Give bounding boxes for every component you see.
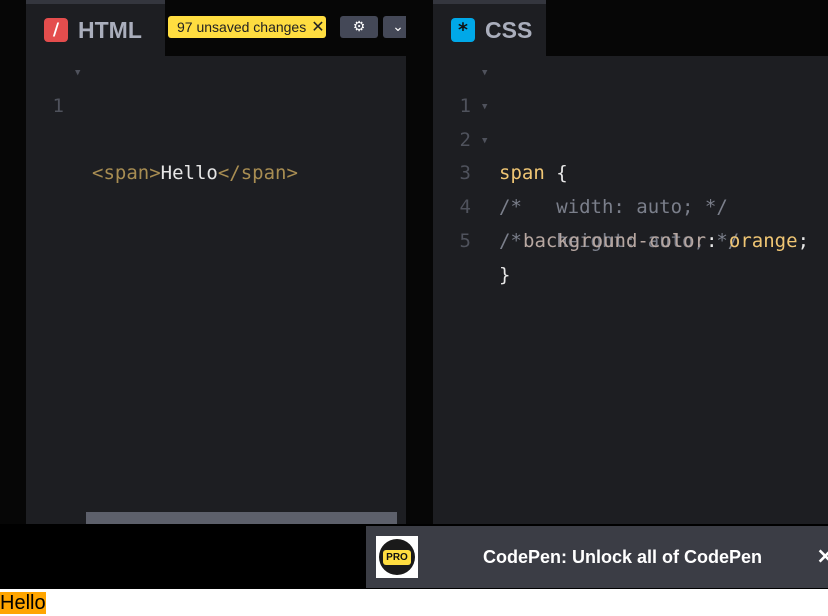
code-line: 5 } bbox=[433, 191, 828, 286]
code-line: 2 ▼ /* width: auto; */ bbox=[433, 90, 828, 218]
middle-resize-gutter[interactable] bbox=[406, 0, 433, 524]
code-text: background-color: orange; bbox=[523, 225, 809, 259]
code-line: 4 background-color: orange; bbox=[433, 157, 828, 252]
chevron-down-icon: ⌄ bbox=[392, 19, 404, 35]
css-editor-pane: * CSS 1 ▼ span { 2 ▼ /* width: auto; */ … bbox=[433, 0, 828, 524]
code-text: <span>Hello</span> bbox=[92, 157, 298, 191]
fold-arrow-icon[interactable]: ▼ bbox=[75, 57, 80, 91]
horizontal-scrollbar[interactable] bbox=[86, 512, 397, 524]
gear-icon: ⚙ bbox=[352, 19, 366, 35]
preview-hello-span: Hello bbox=[0, 592, 46, 614]
unsaved-changes-badge[interactable]: 97 unsaved changes ✕ bbox=[168, 16, 326, 38]
asterisk-icon: * bbox=[451, 18, 475, 42]
html-tab[interactable]: / HTML bbox=[26, 0, 165, 56]
promo-text[interactable]: CodePen: Unlock all of CodePen bbox=[483, 526, 762, 588]
css-tab-label: CSS bbox=[485, 16, 533, 43]
html-code-area[interactable]: 1 ▼ <span>Hello</span> bbox=[26, 56, 406, 184]
pro-logo-text: PRO bbox=[383, 549, 411, 565]
close-tag: </span> bbox=[217, 162, 298, 185]
line-number: 1 bbox=[52, 94, 64, 117]
tag-content: Hello bbox=[160, 162, 218, 185]
html-menu-button[interactable]: ⌄ bbox=[383, 16, 406, 38]
left-resize-gutter[interactable] bbox=[0, 0, 26, 524]
css-property: background-color bbox=[523, 229, 707, 252]
fold-arrow-icon[interactable]: ▼ bbox=[482, 125, 487, 159]
code-line: 1 ▼ <span>Hello</span> bbox=[26, 56, 406, 184]
unsaved-changes-label: 97 unsaved changes bbox=[177, 19, 307, 35]
html-tabbar: / HTML 97 unsaved changes ✕ ⚙ ⌄ bbox=[26, 0, 406, 56]
colon: : bbox=[706, 229, 729, 252]
html-editor-pane: / HTML 97 unsaved changes ✕ ⚙ ⌄ 1 ▼ <spa… bbox=[26, 0, 406, 524]
close-brace: } bbox=[499, 263, 511, 286]
promo-close-icon[interactable]: × bbox=[816, 526, 828, 588]
code-line: 1 ▼ span { bbox=[433, 56, 828, 184]
close-icon[interactable]: ✕ bbox=[311, 17, 324, 37]
fold-arrow-icon[interactable]: ▼ bbox=[482, 57, 487, 91]
css-tabbar: * CSS bbox=[433, 0, 828, 56]
html-slash-icon: / bbox=[44, 18, 68, 42]
css-code-area[interactable]: 1 ▼ span { 2 ▼ /* width: auto; */ 3 ▼ /*… bbox=[433, 56, 828, 286]
css-tab[interactable]: * CSS bbox=[433, 0, 546, 56]
line-number: 5 bbox=[459, 229, 471, 252]
code-line: 3 ▼ /* height: auto; */ bbox=[433, 124, 828, 252]
open-tag: <span> bbox=[92, 162, 161, 185]
fold-arrow-icon[interactable]: ▼ bbox=[482, 91, 487, 125]
semicolon: ; bbox=[797, 229, 810, 252]
css-value: orange bbox=[728, 229, 798, 252]
preview-pane: Hello bbox=[0, 589, 828, 616]
html-tab-label: HTML bbox=[78, 16, 142, 43]
codepen-editor: / HTML 97 unsaved changes ✕ ⚙ ⌄ 1 ▼ <spa… bbox=[0, 0, 828, 589]
pro-promo-banner[interactable]: PRO CodePen: Unlock all of CodePen × bbox=[366, 526, 828, 588]
html-settings-button[interactable]: ⚙ bbox=[340, 16, 378, 38]
pro-badge-icon: PRO bbox=[379, 539, 415, 575]
pro-logo: PRO bbox=[376, 536, 418, 578]
